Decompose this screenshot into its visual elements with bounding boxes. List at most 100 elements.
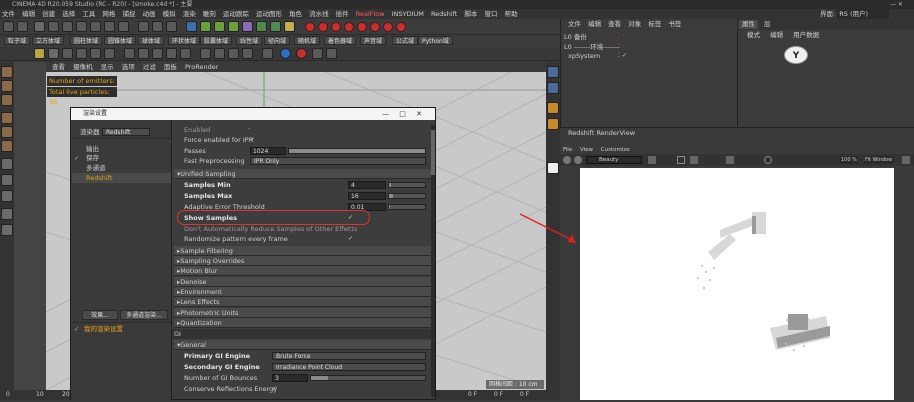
view-icon[interactable] bbox=[547, 66, 559, 78]
realflow-icon[interactable] bbox=[383, 22, 393, 32]
object-menu-item[interactable]: 对象 bbox=[628, 20, 641, 28]
snap-icon[interactable] bbox=[1, 174, 13, 186]
randomize-checkbox[interactable]: ✓ bbox=[348, 236, 354, 242]
particle-icon[interactable] bbox=[152, 48, 163, 59]
visibility-dots[interactable]: ⁚ · bbox=[618, 33, 624, 40]
field-button[interactable]: 径向域 bbox=[264, 36, 291, 45]
passes-slider[interactable] bbox=[288, 148, 426, 154]
field-button[interactable]: 随机域 bbox=[294, 36, 321, 45]
samples-min-slider[interactable] bbox=[388, 182, 426, 188]
particle-icon[interactable] bbox=[48, 48, 59, 59]
realflow-icon[interactable] bbox=[331, 22, 341, 32]
secondary-gi-dropdown[interactable]: Irradiance Point Cloud bbox=[272, 363, 426, 371]
field-button[interactable]: 胶囊体域 bbox=[200, 36, 233, 45]
render-settings-icon[interactable] bbox=[166, 21, 177, 32]
particle-icon[interactable] bbox=[312, 48, 323, 59]
viewport-menu-item[interactable]: 选项 bbox=[122, 63, 135, 71]
renderview-menu-item[interactable]: File bbox=[563, 147, 572, 153]
menu-item[interactable]: 窗口 bbox=[484, 10, 497, 18]
menu-item[interactable]: 渲染 bbox=[183, 10, 196, 18]
menu-item[interactable]: 创建 bbox=[42, 10, 55, 18]
render-icon[interactable] bbox=[152, 21, 163, 32]
fast-preprocessing-dropdown[interactable]: IPR Only bbox=[250, 157, 426, 165]
undo-icon[interactable] bbox=[3, 21, 14, 32]
particle-icon[interactable] bbox=[90, 48, 101, 59]
field-button[interactable]: 立方体域 bbox=[32, 36, 65, 45]
field-button[interactable]: 线性域 bbox=[236, 36, 263, 45]
subdivision-icon[interactable] bbox=[214, 21, 225, 32]
pen-icon[interactable] bbox=[200, 21, 211, 32]
rotate-icon[interactable] bbox=[76, 21, 87, 32]
menu-item[interactable]: 运动跟踪 bbox=[223, 10, 249, 18]
menu-item[interactable]: 网格 bbox=[102, 10, 115, 18]
particle-icon[interactable] bbox=[180, 48, 191, 59]
axis-icon[interactable] bbox=[1, 190, 13, 202]
menu-item[interactable]: 文件 bbox=[2, 10, 15, 18]
material-icon[interactable] bbox=[547, 118, 559, 130]
particle-icon[interactable] bbox=[262, 48, 273, 59]
menu-item[interactable]: INSYDIUM bbox=[392, 10, 424, 18]
light-icon[interactable] bbox=[284, 21, 295, 32]
polygons-mode-icon[interactable] bbox=[1, 140, 13, 152]
field-button[interactable]: 圆柱体域 bbox=[70, 36, 103, 45]
camera-icon[interactable] bbox=[270, 21, 281, 32]
texture-mode-icon[interactable] bbox=[1, 80, 13, 92]
my-render-settings[interactable]: 我的渲染设置 bbox=[84, 325, 123, 333]
section-environment[interactable]: ▸Environment bbox=[174, 287, 431, 297]
array-icon[interactable] bbox=[228, 21, 239, 32]
menu-item[interactable]: 插件 bbox=[336, 10, 349, 18]
viewport-menu-item[interactable]: 摄像机 bbox=[73, 63, 93, 71]
attribute-menu-item[interactable]: 编辑 bbox=[770, 31, 783, 39]
menu-item[interactable]: 捕捉 bbox=[122, 10, 135, 18]
nav-item-redshift[interactable]: Redshift bbox=[86, 174, 112, 182]
zoom-dropdown[interactable]: 100 % bbox=[840, 156, 858, 164]
tool-icon[interactable] bbox=[690, 156, 698, 164]
attribute-menu-item[interactable]: 模式 bbox=[747, 31, 760, 39]
particle-icon[interactable] bbox=[228, 48, 239, 59]
menu-item[interactable]: 工具 bbox=[82, 10, 95, 18]
nav-item-multipass[interactable]: 多通道 bbox=[86, 164, 106, 172]
field-button[interactable]: 粒子域 bbox=[4, 36, 31, 45]
workplane-icon[interactable] bbox=[1, 94, 13, 106]
particle-icon[interactable] bbox=[104, 48, 115, 59]
field-button[interactable]: 公式域 bbox=[392, 36, 419, 45]
tab-attributes[interactable]: 属性 bbox=[739, 20, 758, 29]
nav-item-save[interactable]: 保存 bbox=[86, 154, 99, 162]
nav-check-icon[interactable]: ✓ bbox=[74, 325, 79, 333]
renderview-menu-item[interactable]: Customize bbox=[601, 147, 630, 153]
object-menu-item[interactable]: 书签 bbox=[668, 20, 681, 28]
menu-item[interactable]: 脚本 bbox=[464, 10, 477, 18]
snapshot-icon[interactable] bbox=[648, 156, 656, 164]
viewport-menu-item[interactable]: ProRender bbox=[185, 63, 218, 71]
section-lens-effects[interactable]: ▸Lens Effects bbox=[174, 297, 431, 307]
stop-icon[interactable] bbox=[574, 156, 582, 164]
interface-dropdown[interactable]: RS (用户) bbox=[837, 9, 890, 19]
menu-item[interactable]: 模拟 bbox=[163, 10, 176, 18]
menu-item[interactable]: 角色 bbox=[289, 10, 302, 18]
samples-min-field[interactable]: 4 bbox=[348, 181, 386, 189]
nav-check-icon[interactable]: ✓ bbox=[74, 154, 79, 162]
grid-icon[interactable] bbox=[1, 224, 13, 236]
realflow-icon[interactable] bbox=[396, 22, 406, 32]
live-select-icon[interactable] bbox=[34, 21, 45, 32]
axis-x-icon[interactable] bbox=[90, 21, 101, 32]
object-menu-item[interactable]: 编辑 bbox=[588, 20, 601, 28]
visibility-dots[interactable]: ⁚ ✓ bbox=[618, 52, 627, 59]
samples-max-field[interactable]: 16 bbox=[348, 192, 386, 200]
material-icon[interactable] bbox=[547, 102, 559, 114]
particle-icon[interactable] bbox=[166, 48, 177, 59]
section-quantization[interactable]: ▸Quantization bbox=[174, 318, 431, 328]
particle-icon[interactable] bbox=[62, 48, 73, 59]
window-controls[interactable]: — ✕ bbox=[890, 0, 914, 9]
section-motion-blur[interactable]: ▸Motion Blur bbox=[174, 266, 431, 276]
section-sample-filtering[interactable]: ▸Sample Filtering bbox=[174, 246, 431, 256]
renderer-dropdown[interactable]: Redshift bbox=[102, 128, 150, 136]
render-canvas[interactable] bbox=[580, 168, 894, 400]
menu-item[interactable]: 流水线 bbox=[309, 10, 329, 18]
fit-dropdown[interactable]: Fit Window bbox=[864, 156, 894, 164]
tool-icon[interactable] bbox=[726, 156, 734, 164]
redshift-icon[interactable] bbox=[547, 162, 559, 174]
section-denoise[interactable]: ▸Denoise bbox=[174, 277, 431, 287]
object-menu-item[interactable]: 文件 bbox=[568, 20, 581, 28]
particle-icon[interactable] bbox=[138, 48, 149, 59]
